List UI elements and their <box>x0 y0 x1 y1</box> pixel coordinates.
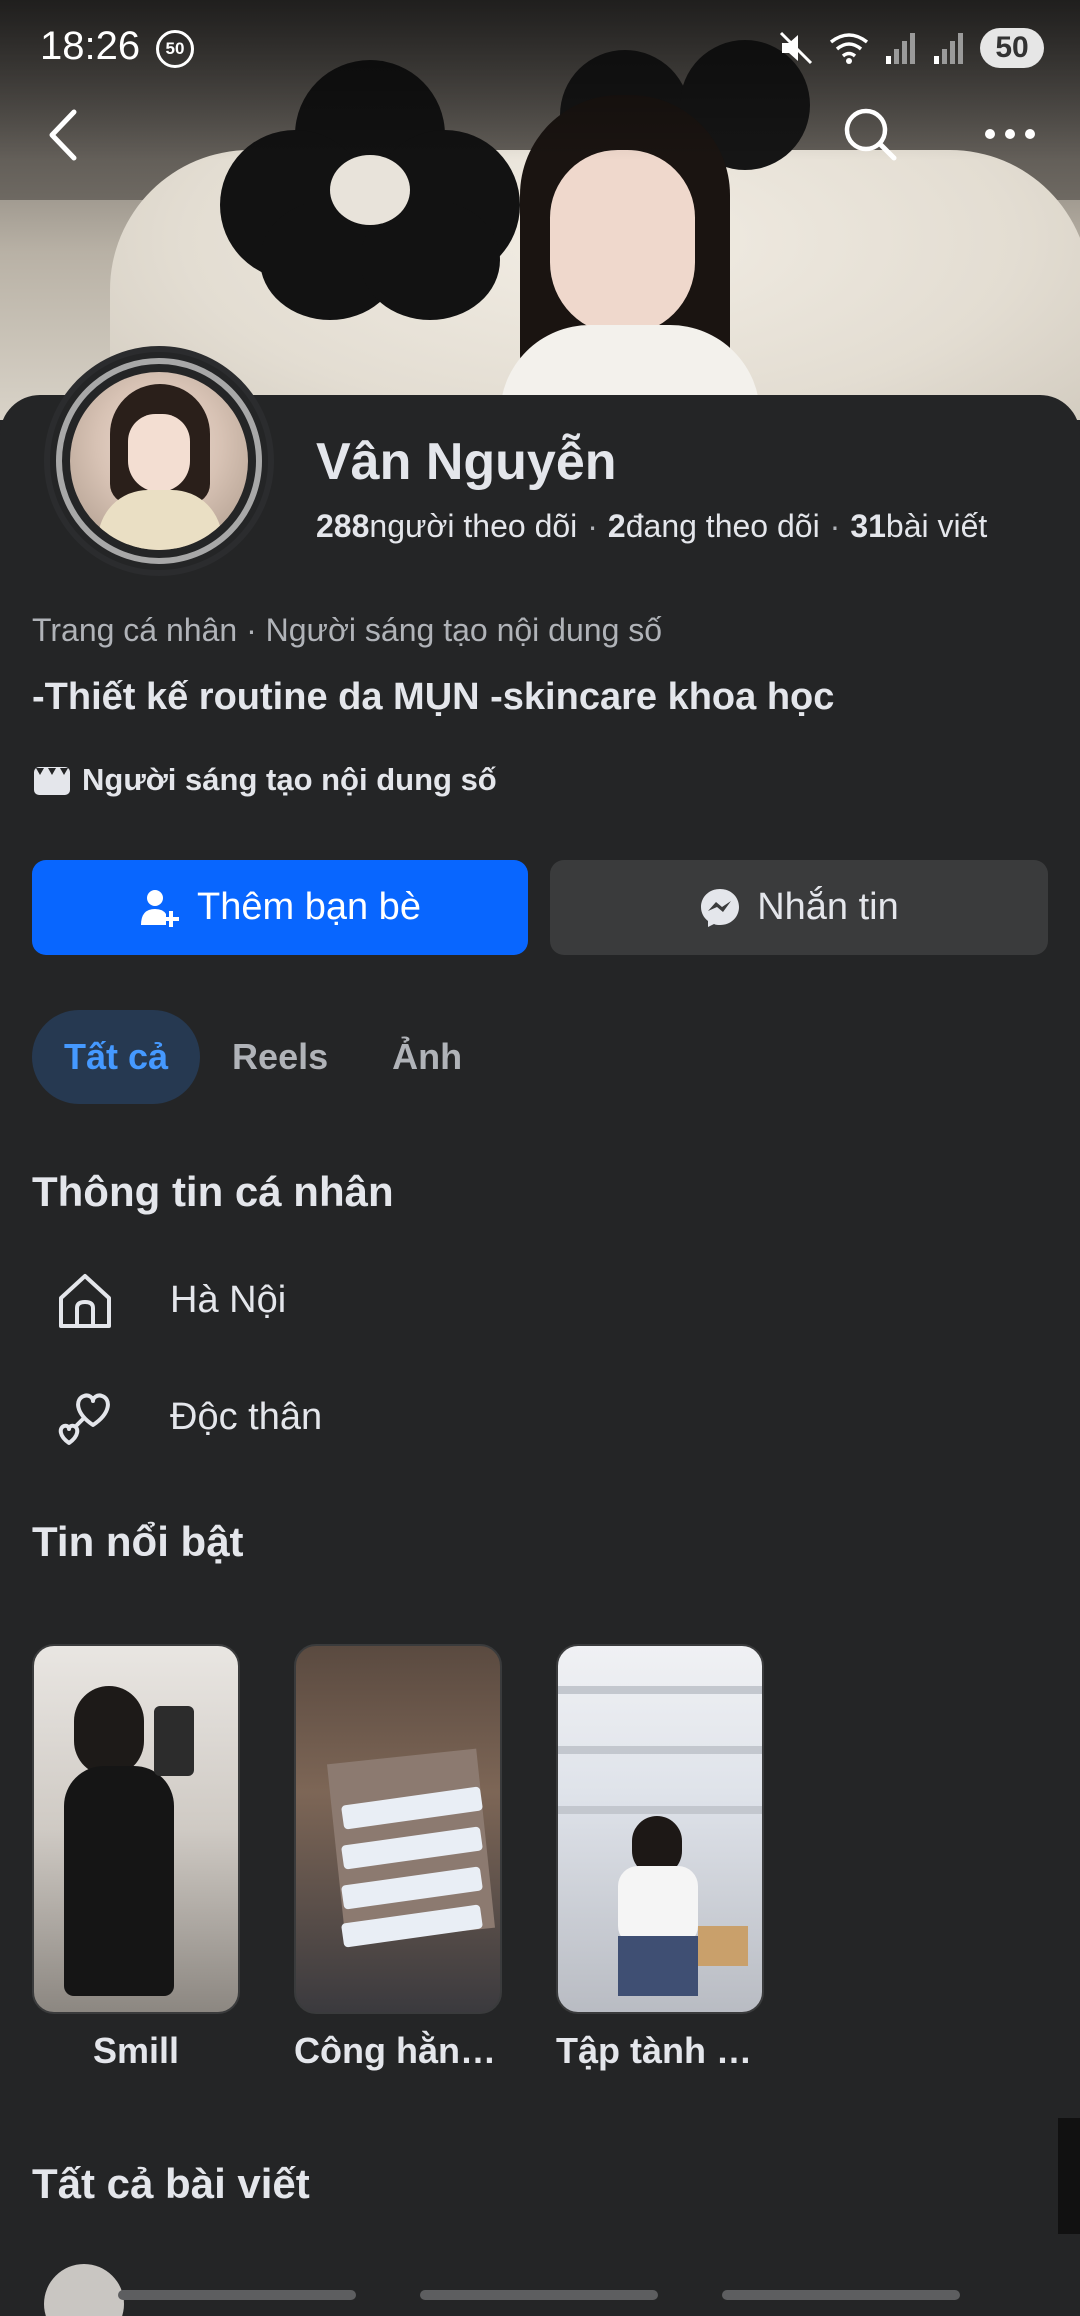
tab-reels[interactable]: Reels <box>200 1010 360 1104</box>
search-icon <box>844 108 897 161</box>
about-title: Thông tin cá nhân <box>32 1168 394 1215</box>
highlight-label: Công hằng... <box>294 2030 502 2071</box>
avatar-story-ring <box>56 358 262 564</box>
highlight-label: Tập tành đ... <box>556 2030 764 2071</box>
highlight-thumbnail <box>294 1644 502 2014</box>
notification-badge: 50 <box>156 30 194 68</box>
mute-icon <box>779 31 813 65</box>
add-friend-icon <box>141 889 180 927</box>
followers-stat[interactable]: 288người theo dõi <box>316 508 577 544</box>
search-button[interactable] <box>840 104 900 164</box>
highlight-thumbnail <box>32 1644 240 2014</box>
profile-name: Vân Nguyễn <box>316 433 617 491</box>
following-stat[interactable]: 2đang theo dõi <box>608 508 820 544</box>
message-button[interactable]: Nhắn tin <box>550 860 1048 955</box>
highlight-item[interactable]: Smill <box>32 1644 240 2072</box>
highlights-title: Tin nổi bật <box>32 1518 244 1565</box>
avatar-photo <box>70 372 248 550</box>
info-location-text: Hà Nội <box>170 1278 287 1321</box>
profile-stats: 288người theo dõi · 2đang theo dõi · 31bài v… <box>316 508 988 544</box>
info-relationship-text: Độc thân <box>170 1395 323 1438</box>
clapperboard-icon <box>34 767 70 795</box>
hearts-icon <box>50 1382 120 1452</box>
message-label: Nhắn tin <box>757 886 899 928</box>
nav-indicator <box>722 2290 960 2300</box>
info-relationship-row: Độc thân <box>50 1382 322 1452</box>
add-friend-button[interactable]: Thêm bạn bè <box>32 860 528 955</box>
home-icon <box>50 1265 120 1335</box>
profile-category: Trang cá nhân · Người sáng tạo nội dung … <box>32 612 663 648</box>
highlight-label: Smill <box>92 2030 180 2071</box>
wifi-icon <box>829 33 869 64</box>
profile-bio: -Thiết kế routine da MỤN -skincare khoa … <box>32 676 835 718</box>
tab-all[interactable]: Tất cả <box>32 1010 201 1104</box>
profile-tabs: Tất cả Reels Ảnh <box>32 1010 494 1104</box>
status-bar: 18:26 50 50 <box>0 0 1080 96</box>
more-options-button[interactable] <box>980 104 1040 164</box>
creator-label: Người sáng tạo nội dung số <box>32 762 497 798</box>
highlight-thumbnail <box>556 1644 764 2014</box>
posts-title: Tất cả bài viết <box>32 2160 310 2207</box>
add-friend-label: Thêm bạn bè <box>197 886 421 928</box>
signal-icon-2 <box>934 33 963 64</box>
messenger-icon <box>701 888 740 927</box>
info-location-row: Hà Nội <box>50 1265 286 1335</box>
signal-icon <box>886 33 915 64</box>
tab-photos[interactable]: Ảnh <box>360 1010 494 1104</box>
nav-indicator <box>118 2290 356 2300</box>
back-button[interactable] <box>40 100 90 170</box>
profile-avatar[interactable] <box>44 346 274 576</box>
scroll-edge <box>1058 2118 1080 2234</box>
status-icons: 50 <box>778 26 1044 70</box>
posts-stat: 31bài viết <box>850 508 988 544</box>
highlight-item[interactable]: Tập tành đ... <box>556 1644 764 2072</box>
more-dots-icon <box>985 129 1035 139</box>
status-time: 18:26 <box>40 24 141 68</box>
bottom-nav-indicators <box>0 2290 1080 2300</box>
battery-indicator: 50 <box>980 28 1044 68</box>
nav-indicator <box>420 2290 658 2300</box>
highlight-item[interactable]: Công hằng... <box>294 1644 502 2072</box>
chevron-left-icon <box>49 109 77 161</box>
